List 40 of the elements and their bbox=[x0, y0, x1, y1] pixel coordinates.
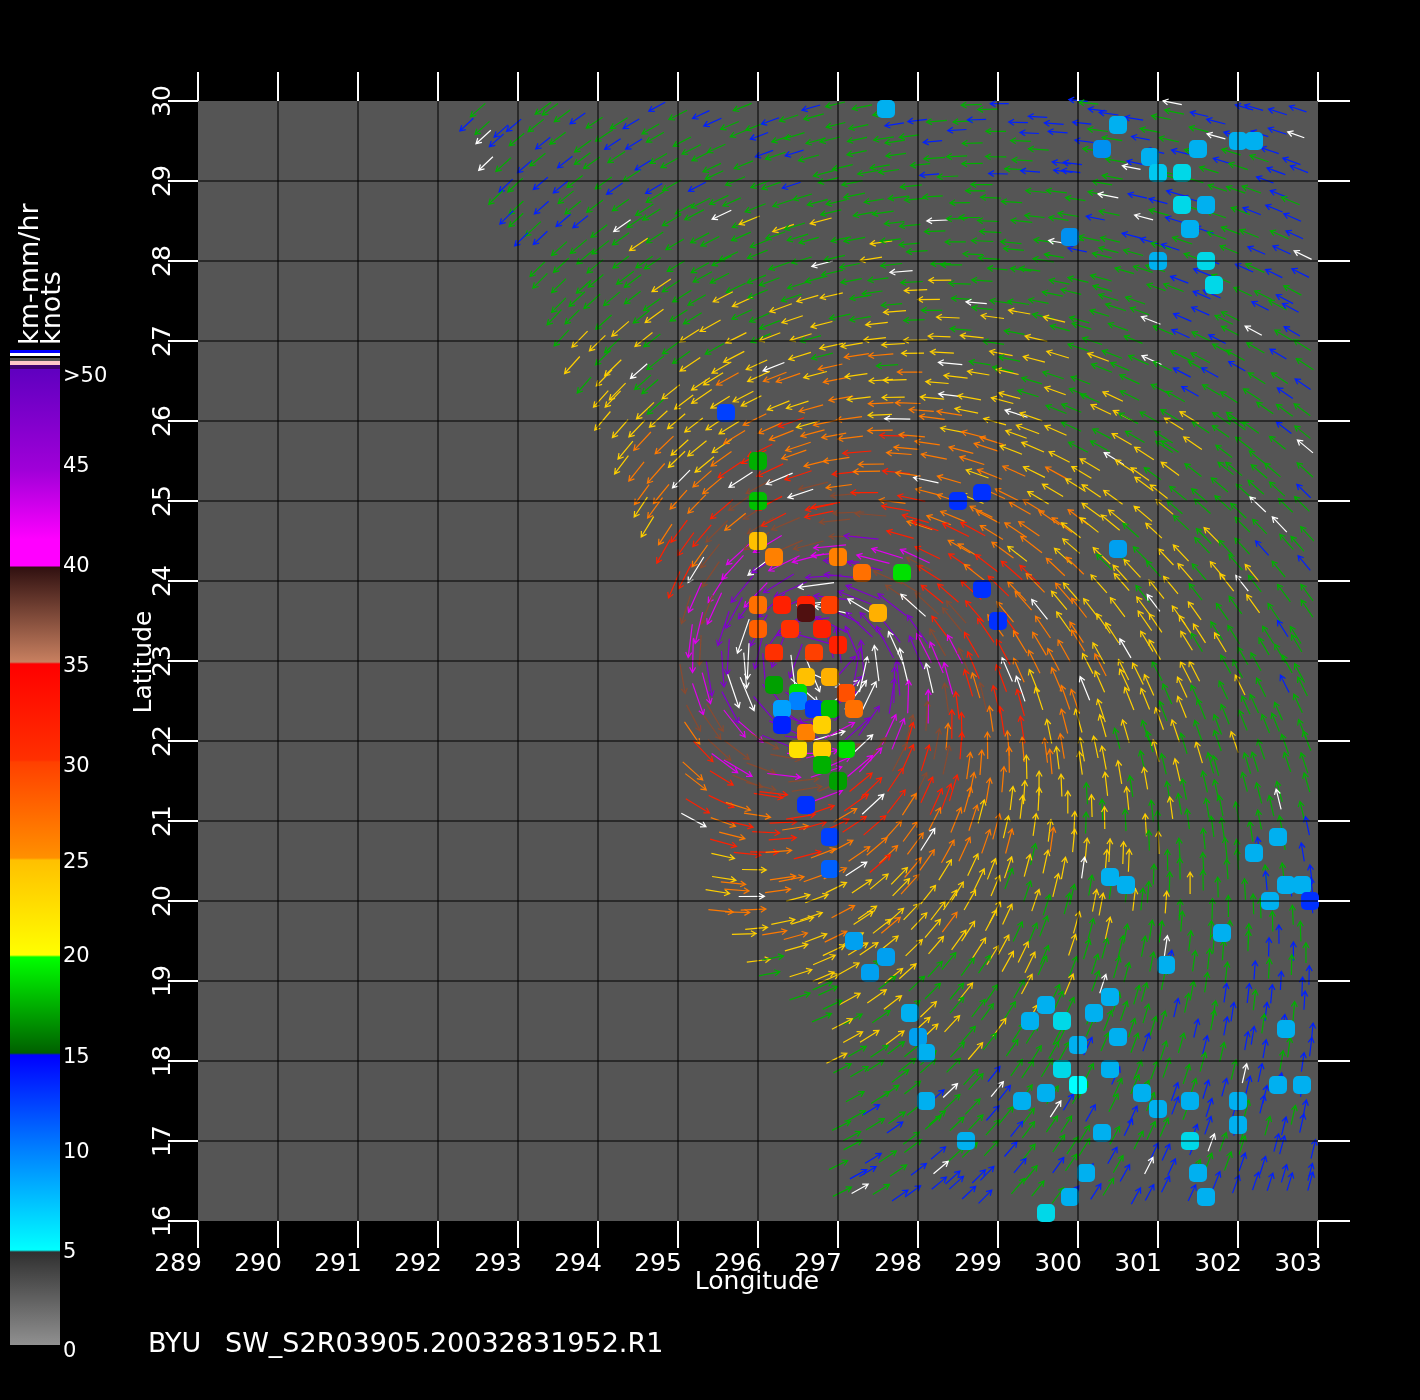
color-scale-label: 25 bbox=[63, 849, 90, 873]
y-tick-label: 28 bbox=[147, 245, 176, 277]
y-tick-label: 25 bbox=[147, 485, 176, 517]
y-tick-label: 30 bbox=[147, 85, 176, 117]
color-scale-label: 15 bbox=[63, 1044, 90, 1068]
x-tick-label: 289 bbox=[154, 1248, 202, 1277]
color-scale-label: 45 bbox=[63, 453, 90, 477]
y-tick-label: 22 bbox=[147, 725, 176, 757]
y-tick-label: 27 bbox=[147, 325, 176, 357]
x-tick-label: 299 bbox=[954, 1248, 1002, 1277]
y-tick-label: 24 bbox=[147, 565, 176, 597]
x-tick-label: 298 bbox=[874, 1248, 922, 1277]
color-scale-label: >50 bbox=[63, 363, 108, 387]
color-scale-label: 30 bbox=[63, 753, 90, 777]
x-tick-label: 293 bbox=[474, 1248, 522, 1277]
x-tick-label: 291 bbox=[314, 1248, 362, 1277]
color-scale-label: 0 bbox=[63, 1338, 77, 1362]
y-tick-label: 26 bbox=[147, 405, 176, 437]
x-tick-label: 301 bbox=[1114, 1248, 1162, 1277]
color-scale-label: 5 bbox=[63, 1239, 77, 1263]
y-tick-label: 29 bbox=[147, 165, 176, 197]
x-tick-label: 292 bbox=[394, 1248, 442, 1277]
color-scale-label: 20 bbox=[63, 943, 90, 967]
y-tick-label: 17 bbox=[147, 1125, 176, 1157]
color-scale-label: 10 bbox=[63, 1139, 90, 1163]
caption-source: BYU bbox=[148, 1327, 202, 1358]
x-tick-label: 300 bbox=[1034, 1248, 1082, 1277]
x-tick-label: 294 bbox=[554, 1248, 602, 1277]
x-tick-label: 295 bbox=[634, 1248, 682, 1277]
color-scale-label: 40 bbox=[63, 553, 90, 577]
x-tick-label: 302 bbox=[1194, 1248, 1242, 1277]
y-tick-label: 21 bbox=[147, 805, 176, 837]
color-scale-label: 35 bbox=[63, 653, 90, 677]
caption-filename: SW_S2R03905.20032831952.R1 bbox=[225, 1327, 664, 1358]
y-tick-label: 20 bbox=[147, 885, 176, 917]
y-tick-label: 18 bbox=[147, 1045, 176, 1077]
x-tick-label: 303 bbox=[1274, 1248, 1322, 1277]
y-tick-label: 19 bbox=[147, 965, 176, 997]
x-tick-label: 290 bbox=[234, 1248, 282, 1277]
y-tick-label: 16 bbox=[147, 1205, 176, 1237]
